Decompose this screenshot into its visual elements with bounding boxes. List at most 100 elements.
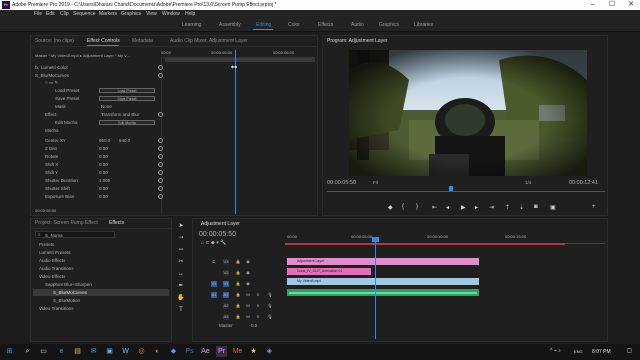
clip-breadcrumb[interactable]: Master * My Video5.mp4 ▸ Adjustment Laye…	[35, 53, 130, 58]
hand-tool-icon[interactable]: ✋	[177, 294, 185, 302]
app-icon[interactable]: ★	[248, 346, 259, 357]
edge-icon[interactable]: e	[56, 346, 67, 357]
export-frame-icon[interactable]: ◙	[534, 204, 538, 210]
solo-icon[interactable]: S	[255, 292, 261, 298]
program-title[interactable]: Program: Adjustment Layer	[327, 38, 388, 44]
tree-audio-transitions[interactable]: Audio Transitions	[39, 266, 74, 271]
effect-dropdown[interactable]: Transform and Blur	[101, 112, 139, 117]
windows-start-icon[interactable]: ⊞	[4, 346, 15, 357]
firefox-icon[interactable]: ◐	[152, 346, 163, 357]
photoshop-icon[interactable]: Ps	[184, 346, 195, 357]
premiere-pro-icon[interactable]: Pr	[216, 346, 227, 357]
reset-icon[interactable]	[158, 154, 163, 159]
menu-help[interactable]: Help	[185, 11, 195, 17]
lift-icon[interactable]: ⇡	[505, 204, 510, 211]
go-to-in-icon[interactable]: ⇤	[432, 204, 437, 211]
lock-icon[interactable]: 🔒	[235, 270, 241, 276]
track-v3[interactable]: V3	[223, 259, 229, 265]
word-icon[interactable]: W	[120, 346, 131, 357]
tree-s-blurmotion[interactable]: S_BlurMotion	[53, 298, 80, 303]
tree-s-blurmocurves[interactable]: S_BlurMoCurves	[53, 290, 87, 295]
tab-project[interactable]: Project: Screen Pump Effect	[35, 220, 98, 226]
file-explorer-icon[interactable]: ▤	[72, 346, 83, 357]
clock[interactable]: 8:07 PM	[592, 349, 611, 355]
mail-icon[interactable]: ✉	[88, 346, 99, 357]
ec-timecode[interactable]: 00:00:05:50	[35, 208, 56, 213]
rotate-value[interactable]: 0.00	[99, 154, 108, 159]
tab-source[interactable]: Source: (no clips)	[35, 38, 74, 44]
effect-controls-ruler[interactable]: 00:00 00:00:05:00 00:00:06:00	[161, 48, 315, 58]
step-forward-icon[interactable]: ▸	[475, 204, 478, 211]
menu-graphics[interactable]: Graphics	[121, 11, 141, 17]
comparison-view-icon[interactable]: ▣	[550, 204, 556, 211]
reset-icon[interactable]	[158, 162, 163, 167]
tab-effect-controls[interactable]: Effect Controls	[87, 38, 120, 44]
playhead-handle[interactable]	[372, 237, 379, 242]
in-point-icon[interactable]: {	[402, 204, 404, 210]
workspace-effects[interactable]: Effects	[318, 22, 333, 28]
menu-edit[interactable]: Edit	[46, 11, 55, 17]
track-a2[interactable]: A2	[223, 303, 229, 309]
marker-icon[interactable]: ◆	[388, 204, 393, 211]
tree-video-transitions[interactable]: Video Transitions	[39, 306, 73, 311]
slip-tool-icon[interactable]: ↔	[177, 270, 185, 278]
razor-tool-icon[interactable]: ✂	[177, 258, 185, 266]
mute-icon[interactable]: M	[245, 303, 251, 309]
load-preset-button[interactable]: Load Preset	[99, 88, 155, 93]
center-y-value[interactable]: 540.0	[119, 138, 130, 143]
reset-icon[interactable]	[158, 65, 163, 70]
tree-sapphire[interactable]: Sapphire Blur+Sharpen	[45, 282, 92, 287]
master-value[interactable]: 0.0	[251, 323, 257, 328]
reset-icon[interactable]	[158, 146, 163, 151]
tab-effects[interactable]: Effects	[109, 220, 124, 226]
ripple-edit-icon[interactable]: ⇿	[177, 246, 185, 254]
play-icon[interactable]: ▶	[461, 204, 466, 211]
menu-sequence[interactable]: Sequence	[73, 11, 96, 17]
video-clip[interactable]: My Video5.mp4	[287, 278, 479, 285]
lock-icon[interactable]: 🔒	[235, 259, 241, 265]
track-a1[interactable]: A1	[223, 292, 229, 298]
workspace-assembly[interactable]: Assembly	[219, 22, 241, 28]
workspace-graphics[interactable]: Graphics	[379, 22, 399, 28]
mute-icon[interactable]: M	[245, 314, 251, 320]
tab-audio-clip-mixer[interactable]: Audio Clip Mixer: Adjustment Layer	[170, 38, 248, 44]
menu-file[interactable]: File	[34, 11, 42, 17]
work-area-bar[interactable]	[285, 243, 565, 245]
menu-markers[interactable]: Markers	[99, 11, 117, 17]
notifications-icon[interactable]: ▢	[624, 346, 635, 357]
language-indicator[interactable]: ENG	[574, 349, 583, 354]
out-point-icon[interactable]: }	[416, 204, 418, 210]
menu-view[interactable]: View	[146, 11, 157, 17]
reset-icon[interactable]	[158, 112, 163, 117]
lock-icon[interactable]: 🔒	[235, 281, 241, 287]
eye-icon[interactable]: ◉	[245, 270, 251, 276]
add-button-icon[interactable]: +	[592, 204, 596, 210]
app-icon[interactable]: ◈	[264, 346, 275, 357]
ec-playhead[interactable]	[235, 50, 236, 214]
program-video-frame[interactable]	[349, 50, 587, 176]
lock-icon[interactable]: 🔒	[235, 303, 241, 309]
reset-icon[interactable]	[158, 138, 163, 143]
cuda-animation-clip[interactable]: Cuda_IV_OUT_Animation 01	[287, 268, 371, 275]
shift-y-value[interactable]: 0.00	[99, 170, 108, 175]
reset-icon[interactable]	[158, 170, 163, 175]
solo-icon[interactable]: S	[255, 314, 261, 320]
extract-icon[interactable]: ⇣	[519, 204, 524, 211]
track-select-icon[interactable]: ⇢	[177, 234, 185, 242]
solo-icon[interactable]: S	[255, 303, 261, 309]
program-timecode[interactable]: 00:00:05:50	[327, 180, 356, 186]
search-icon[interactable]: ⌕	[22, 346, 33, 357]
after-effects-icon[interactable]: Ae	[200, 346, 211, 357]
mocha-label[interactable]: Mocha	[45, 128, 59, 133]
lock-icon[interactable]: 🔒	[235, 314, 241, 320]
reset-icon[interactable]	[158, 73, 163, 78]
timeline-playhead[interactable]	[375, 239, 376, 339]
save-preset-button[interactable]: Save Preset	[99, 96, 155, 101]
timeline-tab[interactable]: Adjustment Layer	[201, 221, 240, 227]
shutter-duration-value[interactable]: 1.000	[99, 178, 110, 183]
system-tray-icons[interactable]: ^ ⌁ ♪	[550, 346, 561, 357]
tab-metadata[interactable]: Metadata	[132, 38, 153, 44]
center-x-value[interactable]: 960.0	[99, 138, 110, 143]
pen-tool-icon[interactable]: ✒	[177, 282, 185, 290]
workspace-libraries[interactable]: Libraries	[414, 22, 433, 28]
